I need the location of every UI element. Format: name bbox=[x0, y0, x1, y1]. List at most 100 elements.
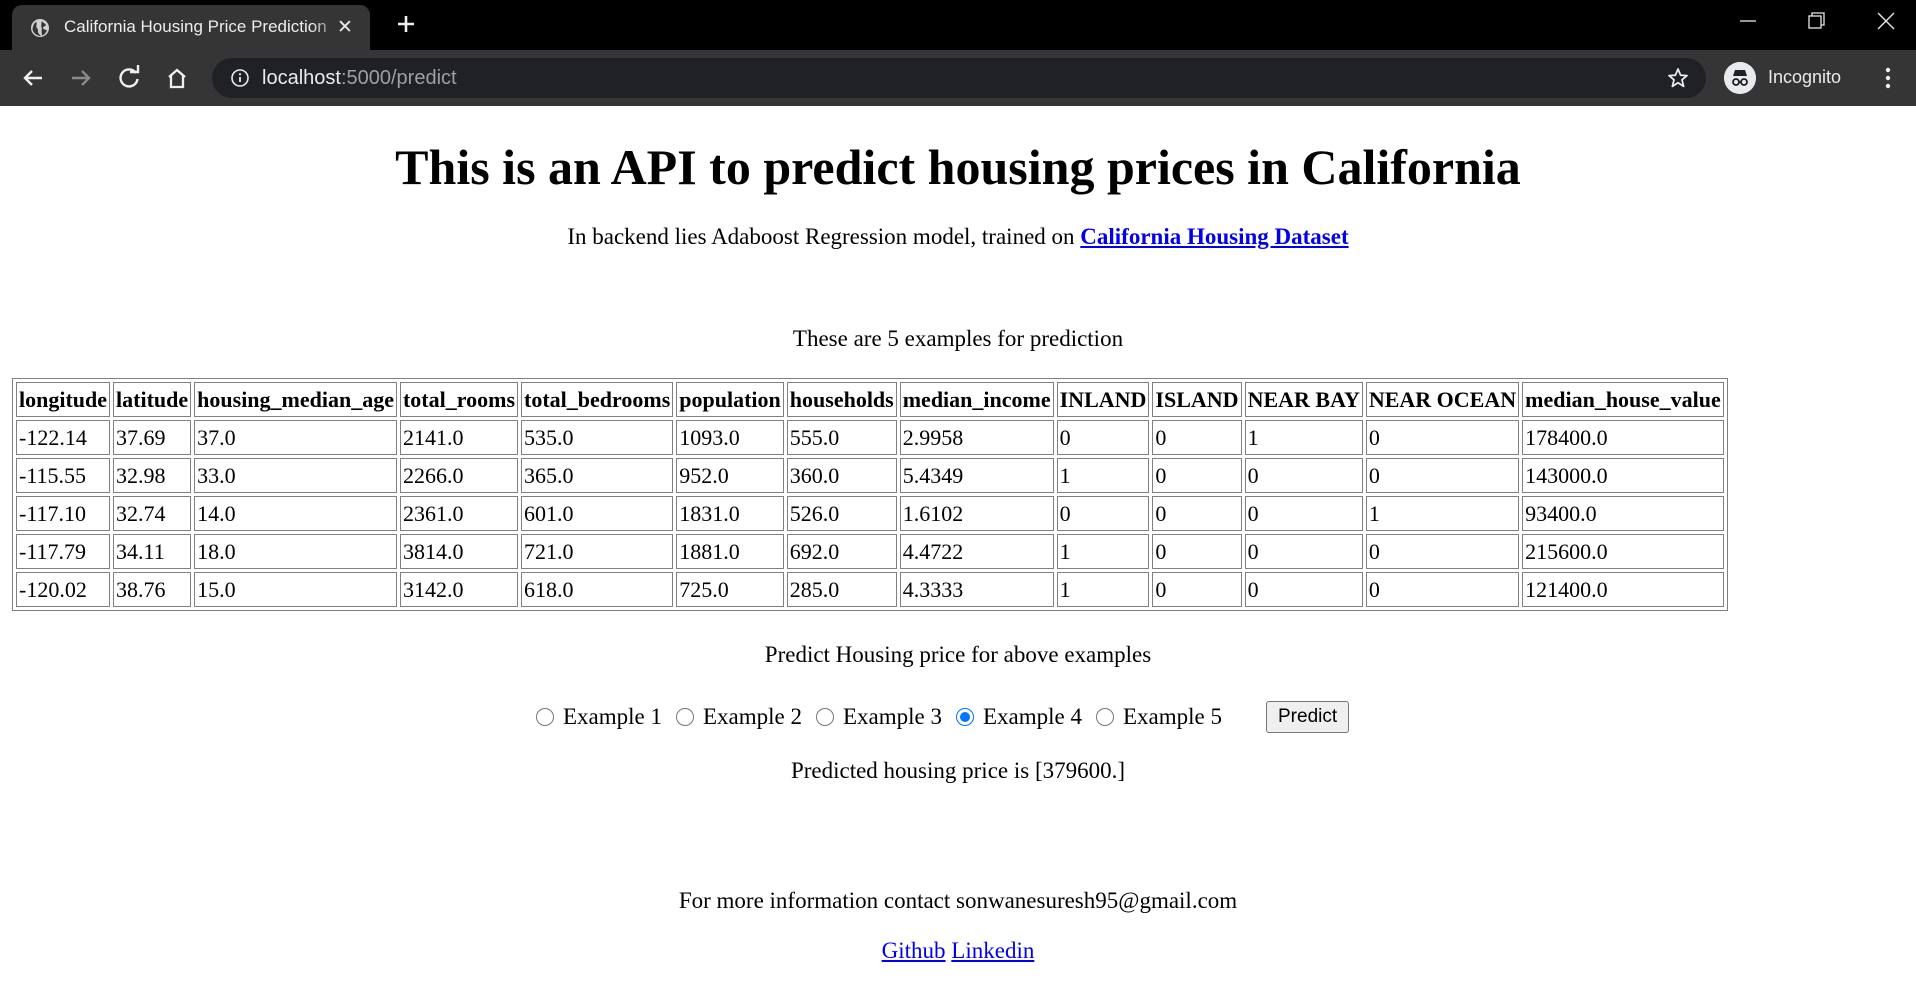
radio-example-1[interactable]: Example 1 bbox=[536, 704, 662, 730]
table-cell: 2361.0 bbox=[399, 496, 519, 531]
table-cell: 1881.0 bbox=[676, 534, 784, 569]
address-bar[interactable]: localhost:5000/predict bbox=[212, 58, 1706, 98]
table-cell: 555.0 bbox=[786, 420, 897, 455]
browser-tab[interactable]: California Housing Price Prediction ✕ bbox=[12, 5, 370, 50]
table-cell: 0 bbox=[1365, 420, 1520, 455]
column-header: median_house_value bbox=[1522, 382, 1724, 417]
radio-button[interactable] bbox=[676, 708, 694, 726]
radio-example-3[interactable]: Example 3 bbox=[816, 704, 942, 730]
radio-example-4[interactable]: Example 4 bbox=[956, 704, 1082, 730]
table-cell: 37.0 bbox=[194, 420, 397, 455]
table-cell: 37.69 bbox=[113, 420, 192, 455]
globe-icon bbox=[31, 19, 49, 37]
table-cell: -117.10 bbox=[16, 496, 111, 531]
table-cell: 3142.0 bbox=[399, 572, 519, 607]
radio-label: Example 5 bbox=[1123, 704, 1222, 729]
table-cell: 0 bbox=[1056, 420, 1150, 455]
reload-icon[interactable] bbox=[113, 62, 145, 94]
more-menu-icon[interactable] bbox=[1876, 62, 1900, 94]
table-cell: 1 bbox=[1056, 458, 1150, 493]
table-cell: 0 bbox=[1056, 496, 1150, 531]
radio-label: Example 4 bbox=[983, 704, 1082, 729]
radio-button[interactable] bbox=[1096, 708, 1114, 726]
back-arrow-icon[interactable] bbox=[17, 62, 49, 94]
table-cell: 33.0 bbox=[194, 458, 397, 493]
table-cell: 1 bbox=[1056, 572, 1150, 607]
close-window-icon[interactable] bbox=[1856, 0, 1916, 44]
table-cell: 360.0 bbox=[786, 458, 897, 493]
table-cell: 1.6102 bbox=[899, 496, 1054, 531]
table-cell: 121400.0 bbox=[1522, 572, 1724, 607]
bookmark-star-icon[interactable] bbox=[1666, 66, 1690, 90]
home-icon[interactable] bbox=[161, 62, 193, 94]
linkedin-link[interactable]: Linkedin bbox=[951, 938, 1034, 963]
radio-button[interactable] bbox=[536, 708, 554, 726]
table-cell: 3814.0 bbox=[399, 534, 519, 569]
column-header: NEAR OCEAN bbox=[1365, 382, 1520, 417]
column-header: total_bedrooms bbox=[521, 382, 674, 417]
column-header: INLAND bbox=[1056, 382, 1150, 417]
restore-icon[interactable] bbox=[1786, 0, 1846, 44]
table-cell: 38.76 bbox=[113, 572, 192, 607]
radio-example-5[interactable]: Example 5 bbox=[1096, 704, 1222, 730]
info-icon[interactable] bbox=[230, 68, 250, 88]
incognito-label: Incognito bbox=[1768, 67, 1842, 87]
table-cell: 0 bbox=[1152, 496, 1242, 531]
table-cell: 34.11 bbox=[113, 534, 192, 569]
url-text: localhost:5000/predict bbox=[262, 67, 457, 90]
minimize-icon[interactable] bbox=[1718, 0, 1778, 44]
column-header: population bbox=[676, 382, 784, 417]
prediction-result: Predicted housing price is [379600.] bbox=[790, 758, 1126, 783]
column-header: NEAR BAY bbox=[1244, 382, 1363, 417]
table-cell: 2266.0 bbox=[399, 458, 519, 493]
table-cell: 0 bbox=[1244, 496, 1363, 531]
incognito-profile[interactable]: Incognito bbox=[1720, 58, 1860, 98]
table-cell: 526.0 bbox=[786, 496, 897, 531]
github-link[interactable]: Github bbox=[882, 938, 946, 963]
table-row: -117.79 34.11 18.0 3814.0 721.0 1881.0 692.0 4.… bbox=[16, 534, 1724, 569]
table-body: -122.14 37.69 37.0 2141.0 535.0 1093.0 555.0 2.… bbox=[16, 420, 1724, 607]
radio-button[interactable] bbox=[956, 708, 974, 726]
predict-button[interactable]: Predict bbox=[1266, 701, 1350, 733]
examples-table: longitude latitude housing_median_age total… bbox=[12, 378, 1728, 611]
table-cell: 1 bbox=[1056, 534, 1150, 569]
radio-example-2[interactable]: Example 2 bbox=[676, 704, 802, 730]
new-tab-icon[interactable] bbox=[390, 8, 422, 40]
table-cell: 0 bbox=[1152, 458, 1242, 493]
radio-button[interactable] bbox=[816, 708, 834, 726]
forward-arrow-icon[interactable] bbox=[65, 62, 97, 94]
table-cell: -117.79 bbox=[16, 534, 111, 569]
incognito-icon bbox=[1724, 62, 1756, 94]
contact-text: For more information contact sonwanesure… bbox=[678, 888, 1238, 913]
predict-caption: Predict Housing price for above examples bbox=[764, 642, 1152, 667]
browser-toolbar: localhost:5000/predict Incognito bbox=[0, 50, 1916, 106]
prediction-form: Example 1 Example 2 Example 3 Example 4 Exam… bbox=[536, 700, 1350, 734]
table-row: -122.14 37.69 37.0 2141.0 535.0 1093.0 555.0 2.… bbox=[16, 420, 1724, 455]
close-tab-icon[interactable]: ✕ bbox=[334, 16, 356, 38]
table-cell: 0 bbox=[1152, 420, 1242, 455]
page-title: This is an API to predict housing prices… bbox=[395, 139, 1521, 195]
table-cell: 952.0 bbox=[676, 458, 784, 493]
table-cell: 215600.0 bbox=[1522, 534, 1724, 569]
radio-label: Example 3 bbox=[843, 704, 942, 729]
table-cell: 14.0 bbox=[194, 496, 397, 531]
table-cell: 0 bbox=[1244, 458, 1363, 493]
examples-caption: These are 5 examples for prediction bbox=[792, 326, 1124, 351]
column-header: housing_median_age bbox=[194, 382, 397, 417]
table-cell: 0 bbox=[1244, 572, 1363, 607]
url-host: localhost bbox=[262, 67, 341, 89]
table-row: -115.55 32.98 33.0 2266.0 365.0 952.0 360.0 5.4… bbox=[16, 458, 1724, 493]
table-cell: 601.0 bbox=[521, 496, 674, 531]
table-cell: 618.0 bbox=[521, 572, 674, 607]
column-header: latitude bbox=[113, 382, 192, 417]
table-cell: 5.4349 bbox=[899, 458, 1054, 493]
column-header: ISLAND bbox=[1152, 382, 1242, 417]
table-cell: 0 bbox=[1152, 572, 1242, 607]
url-path: :5000/predict bbox=[340, 67, 457, 89]
table-cell: 725.0 bbox=[676, 572, 784, 607]
table-cell: 32.74 bbox=[113, 496, 192, 531]
dataset-link[interactable]: California Housing Dataset bbox=[1080, 224, 1348, 249]
table-cell: 692.0 bbox=[786, 534, 897, 569]
column-header: longitude bbox=[16, 382, 111, 417]
column-header: total_rooms bbox=[399, 382, 519, 417]
